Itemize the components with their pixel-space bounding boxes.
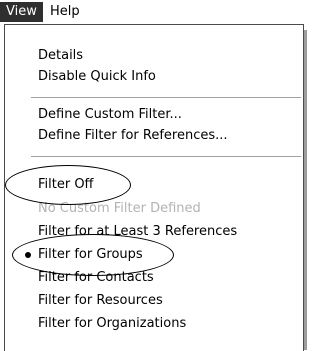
menu-separator [31,156,301,157]
menu-item-define-custom-filter[interactable]: Define Custom Filter... [38,105,182,125]
menu-separator [31,97,301,98]
menu-item-define-filter-references[interactable]: Define Filter for References... [38,126,228,146]
menu-help[interactable]: Help [44,2,86,22]
menu-item-details[interactable]: Details [38,46,83,66]
menu-bar: View Help [0,0,322,24]
menu-view[interactable]: View [0,2,43,22]
view-dropdown-menu: Details Disable Quick Info Define Custom… [4,24,304,351]
annotation-circle-filter-groups [12,234,174,276]
menu-item-filter-for-organizations[interactable]: Filter for Organizations [38,314,186,334]
menu-item-disable-quick-info[interactable]: Disable Quick Info [38,67,156,87]
menu-item-filter-for-resources[interactable]: Filter for Resources [38,291,163,311]
annotation-circle-filter-off [5,165,131,205]
